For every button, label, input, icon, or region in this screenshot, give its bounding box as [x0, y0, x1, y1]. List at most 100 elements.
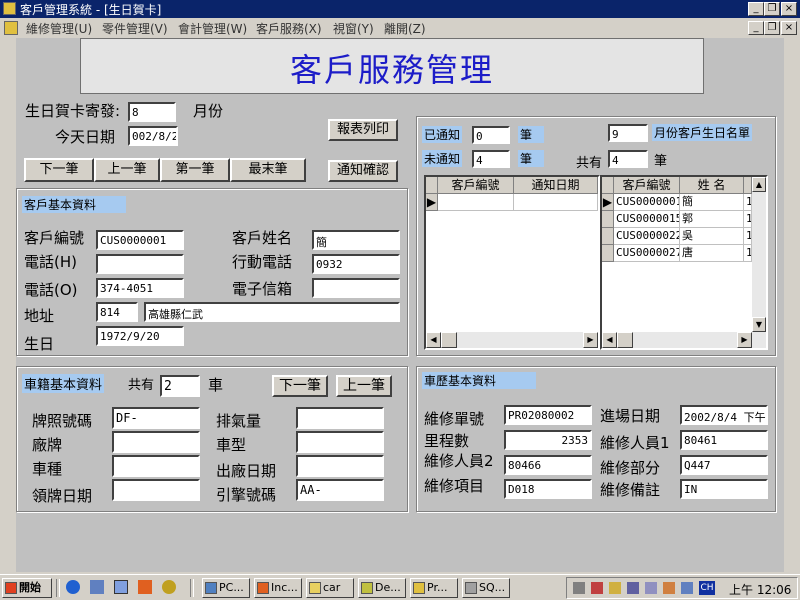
notify-confirm-button[interactable]: 通知確認 [328, 160, 398, 182]
phone-office-input[interactable]: 374-4051 [96, 278, 184, 298]
prev-record-button[interactable]: 上一筆 [94, 158, 160, 182]
mobile-input[interactable]: 0932 [312, 254, 400, 274]
desktop-icon[interactable] [114, 580, 128, 594]
print-report-button[interactable]: 報表列印 [328, 119, 398, 141]
list-month-input[interactable]: 9 [608, 124, 648, 142]
repair-staff1-input[interactable]: 80461 [680, 430, 768, 450]
vehicle-prev-button[interactable]: 上一筆 [336, 375, 392, 397]
tray-app-icon[interactable] [627, 582, 639, 594]
repair-item-input[interactable]: D018 [504, 479, 592, 499]
scroll-left-icon[interactable]: ◀ [426, 332, 441, 348]
mail-icon[interactable] [138, 580, 152, 594]
table-cell[interactable]: CUS0000001 [614, 194, 680, 211]
tray-app-icon[interactable] [681, 582, 693, 594]
email-input[interactable] [312, 278, 400, 298]
task-car[interactable]: car [306, 578, 354, 598]
vertical-scrollbar[interactable]: ▲ ▼ [752, 177, 766, 332]
tray-app-icon[interactable] [645, 582, 657, 594]
tray-app-icon[interactable] [663, 582, 675, 594]
next-record-button[interactable]: 下一筆 [24, 158, 94, 182]
table-cell[interactable]: 簡 [680, 194, 744, 211]
restore-button[interactable]: ❐ [764, 2, 780, 16]
scroll-up-icon[interactable]: ▲ [752, 177, 766, 192]
mileage-input[interactable]: 2353 [504, 430, 592, 450]
table-cell[interactable]: CUS0000015 [614, 211, 680, 228]
speaker-icon[interactable] [573, 582, 585, 594]
task-de[interactable]: De... [358, 578, 406, 598]
notified-count-input[interactable]: 0 [472, 126, 510, 144]
customer-id-input[interactable]: CUS0000001 [96, 230, 184, 250]
outlook-icon[interactable] [90, 580, 104, 594]
task-inbox[interactable]: Inc... [254, 578, 302, 598]
scroll-right-icon[interactable]: ▶ [737, 332, 752, 348]
menu-parts[interactable]: 零件管理(V) [102, 20, 168, 37]
birthday-month-input[interactable]: 8 [128, 102, 176, 122]
grid-header-notify-date[interactable]: 通知日期 [514, 177, 598, 194]
notify-grid[interactable]: 客戶編號 通知日期 ▶ ◀ ▶ [424, 175, 600, 350]
grid-cell[interactable] [514, 194, 598, 211]
vehicle-next-button[interactable]: 下一筆 [272, 375, 328, 397]
task-pc[interactable]: PC... [202, 578, 250, 598]
horizontal-scrollbar[interactable]: ◀ ▶ [426, 332, 598, 348]
birthday-input[interactable]: 1972/9/20 [96, 326, 184, 346]
vehicle-count-input[interactable]: 2 [160, 375, 200, 397]
clock[interactable]: 上午 12:06 [729, 581, 791, 598]
model-input[interactable] [296, 431, 384, 453]
ime-indicator[interactable]: CH [699, 581, 715, 595]
license-date-input[interactable] [112, 479, 200, 501]
table-cell[interactable]: 吳 [680, 228, 744, 245]
first-record-button[interactable]: 第一筆 [160, 158, 230, 182]
entry-date-input[interactable]: 2002/8/4 下午 [680, 405, 768, 425]
horizontal-scrollbar[interactable]: ◀ ▶ [602, 332, 766, 348]
grid-header-name[interactable]: 姓 名 [680, 177, 744, 194]
row-selector[interactable] [602, 245, 614, 262]
today-date-input[interactable]: 002/8/22 [128, 126, 178, 146]
row-selector[interactable] [602, 228, 614, 245]
displacement-input[interactable] [296, 407, 384, 429]
brand-input[interactable] [112, 431, 200, 453]
row-selector[interactable] [602, 211, 614, 228]
start-button[interactable]: 開始 [2, 578, 52, 598]
plate-input[interactable]: DF- [112, 407, 200, 429]
repair-note-input[interactable]: IN [680, 479, 768, 499]
grid-header-customer-id[interactable]: 客戶編號 [438, 177, 514, 194]
birthday-list-grid[interactable]: 客戶編號 姓 名 ▶ CUS0000001 簡 1 CUS0000015 郭 1… [600, 175, 768, 350]
scroll-down-icon[interactable]: ▼ [752, 317, 766, 332]
address-input[interactable]: 高雄縣仁武 [144, 302, 400, 322]
menu-exit[interactable]: 離開(Z) [384, 20, 426, 37]
menu-window[interactable]: 視窗(Y) [333, 20, 374, 37]
unnotified-count-input[interactable]: 4 [472, 150, 510, 168]
minimize-button[interactable]: _ [748, 2, 764, 16]
grid-cell[interactable] [438, 194, 514, 211]
table-cell[interactable]: CUS0000027 [614, 245, 680, 262]
task-pr[interactable]: Pr... [410, 578, 458, 598]
table-cell[interactable]: CUS0000022 [614, 228, 680, 245]
grid-header-customer-id[interactable]: 客戶編號 [614, 177, 680, 194]
customer-name-input[interactable]: 簡 [312, 230, 400, 250]
table-cell[interactable]: 1 [744, 245, 752, 262]
close-button[interactable]: × [781, 2, 797, 16]
mfg-date-input[interactable] [296, 455, 384, 477]
menu-customer-service[interactable]: 客戶服務(X) [256, 20, 322, 37]
media-icon[interactable] [162, 580, 176, 594]
menu-repair[interactable]: 維修管理(U) [26, 20, 92, 37]
table-cell[interactable]: 唐 [680, 245, 744, 262]
engine-number-input[interactable]: AA- [296, 479, 384, 501]
table-cell[interactable]: 1 [744, 194, 752, 211]
repair-order-input[interactable]: PR02080002 [504, 405, 592, 425]
scroll-thumb[interactable] [441, 332, 457, 348]
ie-icon[interactable] [66, 580, 80, 594]
network-icon[interactable] [591, 582, 603, 594]
zip-input[interactable]: 814 [96, 302, 138, 322]
repair-part-input[interactable]: Q447 [680, 455, 768, 475]
menu-accounting[interactable]: 會計管理(W) [178, 20, 247, 37]
tray-app-icon[interactable] [609, 582, 621, 594]
mdi-restore-button[interactable]: ❐ [764, 21, 780, 35]
phone-home-input[interactable] [96, 254, 184, 274]
mdi-close-button[interactable]: × [781, 21, 797, 35]
table-cell[interactable]: 郭 [680, 211, 744, 228]
scroll-left-icon[interactable]: ◀ [602, 332, 617, 348]
vehicle-type-input[interactable] [112, 455, 200, 477]
scroll-thumb[interactable] [617, 332, 633, 348]
table-cell[interactable]: 1 [744, 228, 752, 245]
